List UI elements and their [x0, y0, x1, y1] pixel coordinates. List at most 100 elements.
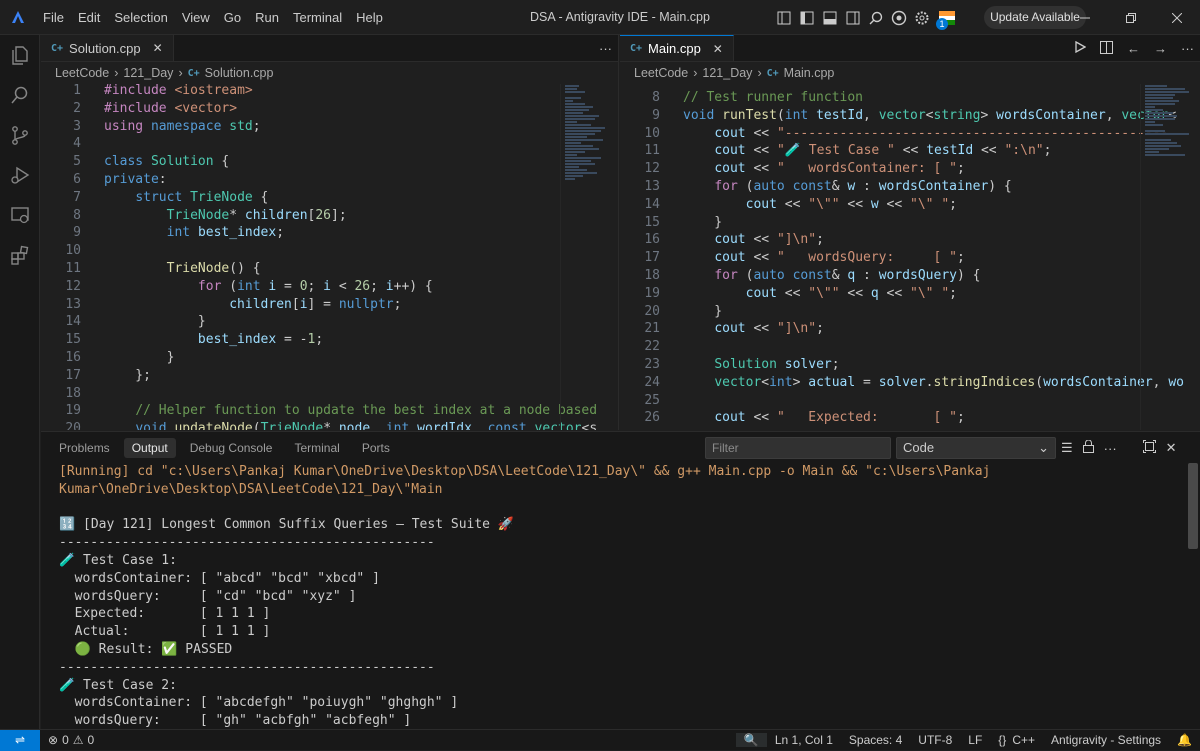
search-icon[interactable]: [867, 9, 885, 27]
arrow-left-icon[interactable]: ←: [1127, 41, 1140, 56]
account-avatar-icon[interactable]: 1: [936, 9, 958, 30]
zoom-icon[interactable]: 🔍: [735, 733, 767, 747]
app-logo-icon: [0, 0, 36, 35]
menu-file[interactable]: File: [36, 0, 71, 35]
toggle-secondary-sidebar-icon[interactable]: [844, 9, 862, 27]
clear-output-icon[interactable]: ☰: [1061, 440, 1073, 456]
code-line: 13 for (auto const& w : wordsContainer) …: [644, 178, 1012, 194]
close-tab-icon[interactable]: ✕: [713, 42, 723, 56]
source-control-icon[interactable]: [0, 115, 40, 155]
code-line: 19 // Helper function to update the best…: [65, 403, 598, 419]
code-line: 9 void runTest(int testId, vector<string>…: [652, 107, 1176, 123]
toggle-primary-sidebar-icon[interactable]: [798, 9, 816, 27]
code-line: 22: [644, 339, 660, 355]
warning-icon: ⚠: [72, 733, 84, 747]
more-actions-icon[interactable]: ···: [599, 41, 612, 56]
code-line: 8 TrieNode* children[26];: [73, 207, 347, 223]
cpp-file-icon: C+: [187, 67, 200, 79]
error-icon: ⊗: [48, 733, 59, 747]
run-code-icon[interactable]: [1074, 40, 1087, 56]
output-scrollbar[interactable]: [1188, 463, 1198, 549]
extensions-icon[interactable]: [0, 235, 40, 275]
breadcrumb-item[interactable]: 121_Day: [123, 66, 173, 80]
cursor-position[interactable]: Ln 1, Col 1: [767, 733, 841, 747]
tab-terminal[interactable]: Terminal: [286, 438, 347, 458]
explorer-icon[interactable]: [0, 35, 40, 75]
maximize-panel-icon[interactable]: [1142, 440, 1156, 456]
code-editor[interactable]: 1 #include <iostream> 2 #include <vector> …: [41, 82, 598, 430]
close-panel-icon[interactable]: ✕: [1166, 440, 1177, 456]
output-log[interactable]: [Running] cd "c:\Users\Pankaj Kumar\OneD…: [59, 463, 1180, 730]
output-line: 🟢 Result: ✅ PASSED: [59, 641, 233, 657]
browser-icon[interactable]: [890, 9, 908, 27]
tab-debug-console[interactable]: Debug Console: [182, 438, 281, 458]
close-tab-icon[interactable]: ✕: [153, 41, 163, 55]
output-line: 🧪 Test Case 2:: [59, 677, 177, 693]
window-title: DSA - Antigravity IDE - Main.cpp: [530, 10, 710, 24]
arrow-right-icon[interactable]: →: [1154, 41, 1167, 56]
breadcrumb-item[interactable]: LeetCode: [634, 66, 688, 80]
output-filter-input[interactable]: Filter: [705, 437, 891, 459]
indentation[interactable]: Spaces: 4: [841, 733, 910, 747]
menu-selection[interactable]: Selection: [107, 0, 174, 35]
more-actions-icon[interactable]: ···: [1104, 441, 1117, 456]
cpp-file-icon: C+: [630, 43, 643, 54]
menu-go[interactable]: Go: [217, 0, 248, 35]
close-window-icon[interactable]: [1154, 0, 1200, 35]
search-view-icon[interactable]: [0, 75, 40, 115]
menu-edit[interactable]: Edit: [71, 0, 107, 35]
tab-ports[interactable]: Ports: [354, 438, 398, 458]
menu-help[interactable]: Help: [349, 0, 390, 35]
toggle-panel-icon[interactable]: [821, 9, 839, 27]
output-line: Actual: [ 1 1 1 ]: [59, 624, 271, 640]
code-editor[interactable]: 8// Test runner function 9 void runTest(i…: [620, 89, 1184, 430]
code-line: 12 for (int i = 0; i < 26; i++) {: [65, 278, 433, 294]
end-of-line[interactable]: LF: [960, 733, 990, 747]
breadcrumb: LeetCode › 121_Day › C+ Main.cpp: [620, 62, 1200, 84]
chevron-right-icon: ›: [693, 66, 698, 80]
split-editor-icon[interactable]: [1100, 40, 1113, 57]
output-line: 🧪 Test Case 1:: [59, 552, 177, 568]
antigravity-settings[interactable]: Antigravity - Settings: [1043, 733, 1169, 747]
menu-view[interactable]: View: [175, 0, 217, 35]
language-mode[interactable]: {} C++: [990, 733, 1043, 747]
tab-main-cpp[interactable]: C+ Main.cpp ✕: [620, 35, 734, 61]
run-debug-icon[interactable]: [0, 155, 40, 195]
problems-status[interactable]: ⊗ 0 ⚠ 0: [40, 733, 102, 747]
minimap[interactable]: [1140, 84, 1200, 430]
settings-gear-icon[interactable]: [913, 9, 931, 27]
breadcrumb-item[interactable]: LeetCode: [55, 66, 109, 80]
warning-count: 0: [87, 733, 95, 747]
minimap[interactable]: [560, 84, 618, 430]
restore-icon[interactable]: [1108, 0, 1154, 35]
bottom-panel: Problems Output Debug Console Terminal P…: [41, 431, 1200, 729]
code-line: 17 cout << " wordsQuery: [ ";: [644, 250, 965, 266]
code-line: 13 children[i] = nullptr;: [65, 296, 402, 312]
remote-indicator-icon[interactable]: ⇌: [0, 729, 40, 751]
minimize-icon[interactable]: [1062, 0, 1108, 35]
code-line: 2 #include <vector>: [73, 100, 238, 116]
menu-run[interactable]: Run: [248, 0, 286, 35]
code-line: 14 }: [65, 314, 206, 330]
menu-terminal[interactable]: Terminal: [286, 0, 349, 35]
breadcrumb-item[interactable]: Solution.cpp: [205, 66, 274, 80]
tab-problems[interactable]: Problems: [51, 438, 118, 458]
tab-solution-cpp[interactable]: C+ Solution.cpp ✕: [41, 35, 174, 61]
code-line: 15 best_index = -1;: [65, 332, 324, 348]
code-line: 21 cout << "]\n";: [644, 321, 824, 337]
notifications-bell-icon[interactable]: 🔔: [1169, 733, 1200, 747]
agent-manager-icon[interactable]: [775, 9, 793, 27]
encoding[interactable]: UTF-8: [910, 733, 960, 747]
lock-scroll-icon[interactable]: [1082, 439, 1094, 456]
code-line: 25: [644, 392, 660, 408]
code-line: 6 private:: [73, 171, 167, 187]
title-actions: 1: [775, 0, 958, 35]
tab-output[interactable]: Output: [123, 438, 176, 458]
code-line: 8// Test runner function: [652, 90, 864, 105]
breadcrumb-item[interactable]: 121_Day: [702, 66, 752, 80]
code-line: 11 cout << "🧪 Test Case " << testId << "…: [644, 143, 1052, 159]
remote-explorer-icon[interactable]: [0, 195, 40, 235]
breadcrumb-item[interactable]: Main.cpp: [784, 66, 835, 80]
more-actions-icon[interactable]: ···: [1181, 41, 1194, 56]
output-channel-select[interactable]: Code ⌄: [896, 437, 1056, 459]
